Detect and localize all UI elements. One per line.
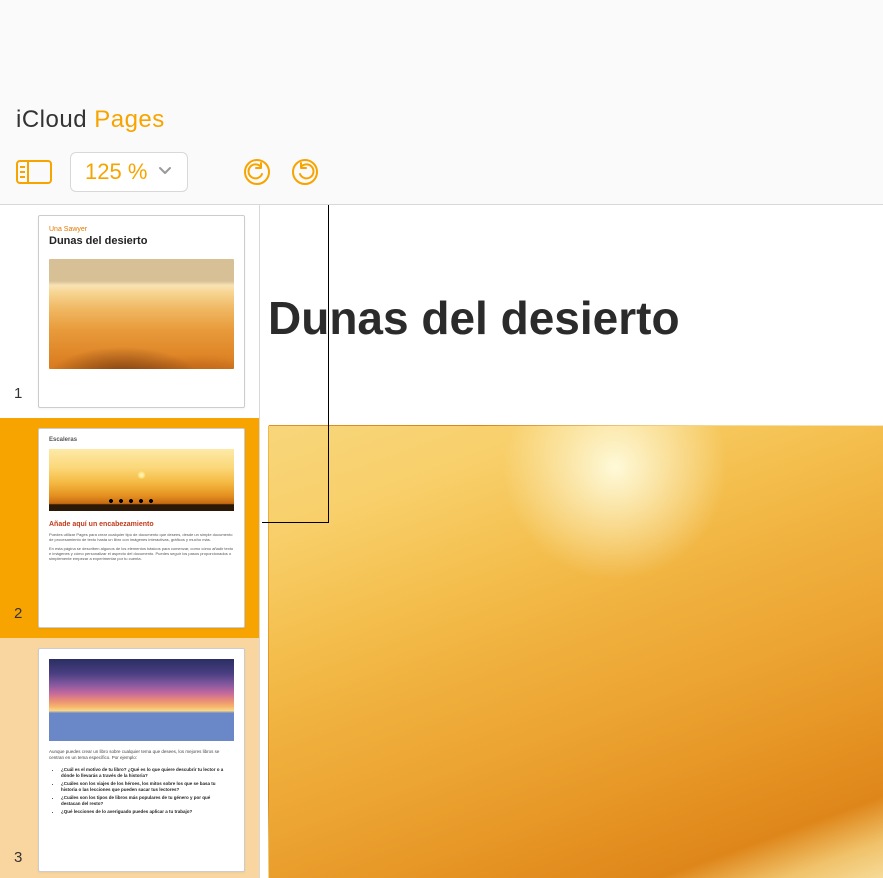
- document-canvas[interactable]: Dunas del desierto: [260, 205, 883, 878]
- thumb-bullet: ¿Cuáles son los viajes de los héroes, lo…: [61, 781, 230, 793]
- page-thumbnails-sidebar: 1 Una Sawyer Dunas del desierto 2 Escale…: [0, 205, 260, 878]
- thumb-image: [49, 259, 234, 369]
- page-number: 2: [14, 605, 30, 628]
- thumb-subhead: Una Sawyer: [39, 216, 244, 235]
- page-number: 1: [14, 385, 30, 408]
- brand-app: Pages: [94, 106, 165, 133]
- thumb-bullet: ¿Cuál es el motivo de tu libro? ¿Qué es …: [61, 767, 230, 779]
- undo-button[interactable]: [242, 157, 272, 187]
- redo-button[interactable]: [290, 157, 320, 187]
- document-hero-image[interactable]: [268, 425, 883, 878]
- thumbnail-page-2[interactable]: 2 Escaleras Añade aquí un encabezamiento…: [0, 418, 259, 638]
- thumb-title: Dunas del desierto: [39, 235, 244, 255]
- thumb-red-heading: Añade aquí un encabezamiento: [39, 517, 244, 530]
- brand: iCloud Pages: [16, 106, 165, 134]
- annotation-line: [262, 522, 328, 523]
- thumb-image: [49, 449, 234, 511]
- thumb-image: [49, 659, 234, 741]
- thumb-body: Aunque puedes crear un libro sobre cualq…: [39, 747, 244, 763]
- thumbnail-page-3[interactable]: 3 Aunque puedes crear un libro sobre cua…: [0, 638, 259, 878]
- thumb-bullet: ¿Cuáles son los tipos de libros más popu…: [61, 795, 230, 807]
- thumb-body: En esta página se describen algunos de l…: [39, 544, 244, 563]
- page-number: 3: [14, 849, 30, 872]
- document-title[interactable]: Dunas del desierto: [260, 291, 883, 345]
- zoom-value: 125 %: [85, 159, 147, 185]
- brand-icloud: iCloud: [16, 106, 87, 133]
- thumb-body: Puedes utilizar Pages para crear cualqui…: [39, 530, 244, 544]
- app-header: iCloud Pages 125 %: [0, 0, 883, 205]
- thumbnail-preview: Aunque puedes crear un libro sobre cualq…: [38, 648, 245, 872]
- view-options-button[interactable]: [16, 158, 52, 186]
- thumbnail-preview: Escaleras Añade aquí un encabezamiento P…: [38, 428, 245, 628]
- zoom-dropdown[interactable]: 125 %: [70, 152, 188, 192]
- thumb-header: Escaleras: [39, 429, 244, 447]
- chevron-down-icon: [157, 162, 173, 183]
- thumbnail-preview: Una Sawyer Dunas del desierto: [38, 215, 245, 408]
- thumb-bullets: ¿Cuál es el motivo de tu libro? ¿Qué es …: [39, 763, 244, 819]
- thumb-bullet: ¿Qué lecciones de lo averiguado puedes a…: [61, 809, 230, 815]
- thumbnail-page-1[interactable]: 1 Una Sawyer Dunas del desierto: [0, 205, 259, 418]
